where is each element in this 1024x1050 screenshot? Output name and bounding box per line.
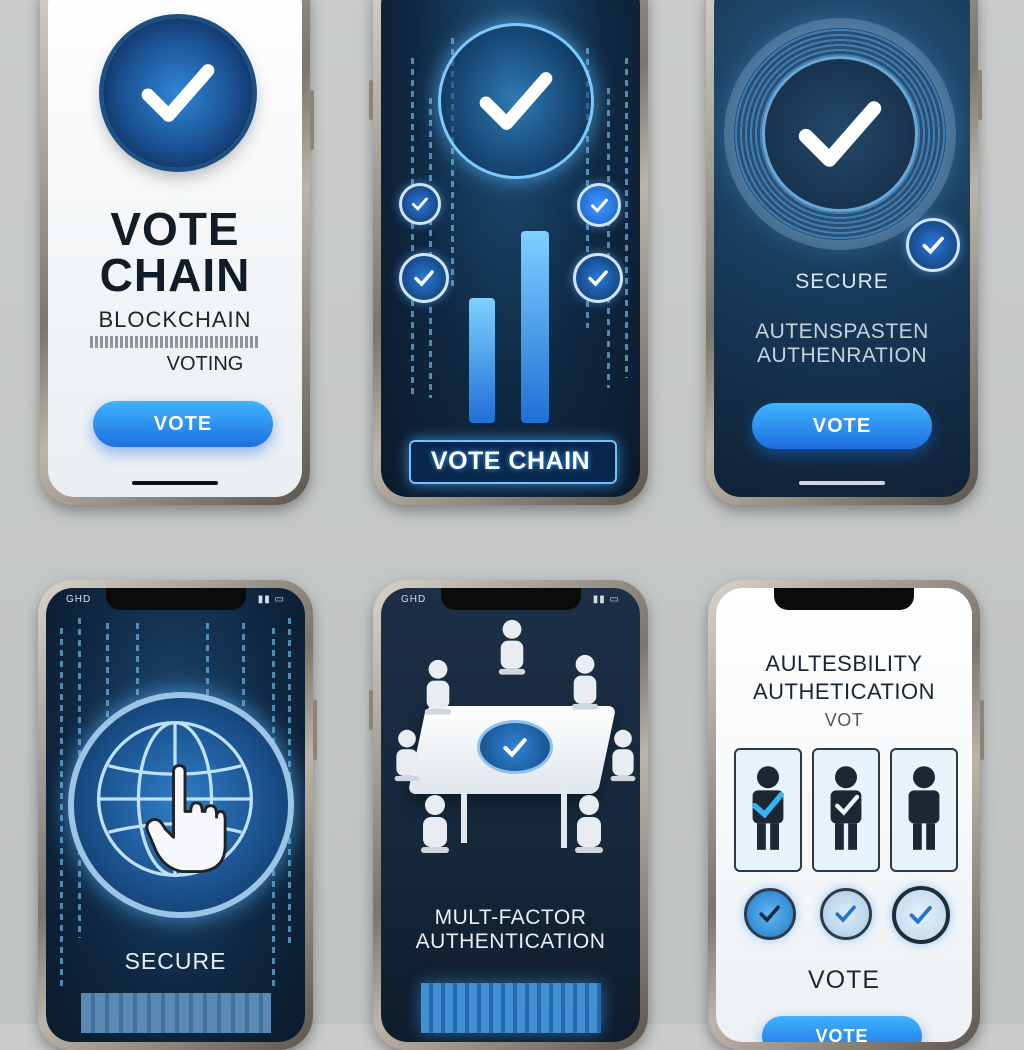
person-icon — [394, 729, 420, 782]
auth-subheading-line1: AUTENSPASTEN — [755, 320, 929, 343]
status-icons: ▮▮ ▭ — [257, 594, 285, 605]
phone-6-screen: AULTESBILITY AUTHETICATION VOT VOTE VOTE — [716, 588, 972, 1042]
status-left: GHD — [401, 594, 427, 605]
status-icons: ▮▮ ▭ — [592, 594, 620, 605]
check-icon — [414, 270, 434, 287]
check-badge — [103, 18, 253, 168]
notch — [105, 588, 246, 610]
check-node[interactable] — [744, 888, 796, 940]
vote-button[interactable]: VOTE — [752, 403, 932, 449]
mfa-title-line2: AUTHENTICATION — [415, 930, 606, 953]
phone-6: AULTESBILITY AUTHETICATION VOT VOTE VOTE — [708, 580, 984, 1050]
phone-1: VOTE CHAIN BLOCKCHAIN VOTING VOTE — [40, 0, 314, 505]
check-node[interactable] — [892, 886, 950, 944]
person-icon — [424, 659, 452, 715]
mfa-title: MULT-FACTOR AUTHENTICATION — [381, 906, 640, 954]
person-icon — [575, 795, 603, 853]
table-check-badge — [477, 720, 553, 774]
person-icon — [421, 795, 449, 853]
data-block — [81, 993, 271, 1033]
access-heading-line3: VOT — [824, 710, 864, 730]
candidate-card[interactable] — [812, 748, 880, 872]
secure-check-badge — [734, 28, 946, 240]
mfa-title-line1: MULT-FACTOR — [434, 906, 587, 929]
check-icon — [909, 906, 933, 925]
person-icon — [571, 654, 599, 710]
app-subtitle: BLOCKCHAIN VOTING — [48, 308, 302, 376]
vote-bar — [469, 298, 495, 423]
notch — [774, 588, 914, 610]
check-icon — [503, 737, 527, 758]
auth-subheading-line2: AUTHENRATION — [756, 344, 928, 367]
vote-button[interactable]: VOTE — [93, 401, 273, 447]
person-icon — [498, 619, 526, 675]
phone-2: VOTE CHAIN — [369, 0, 648, 505]
person-icon — [610, 729, 636, 782]
candidate-card[interactable] — [890, 748, 958, 872]
person-icon — [830, 766, 862, 850]
hologram-check-badge — [438, 23, 594, 179]
auth-subheading: AUTENSPASTEN AUTHENRATION — [714, 320, 970, 368]
subtitle-line2: VOTING — [166, 353, 244, 375]
phone-3: SECURE AUTENSPASTEN AUTHENRATION VOTE — [706, 0, 982, 505]
phone-2-screen: VOTE CHAIN — [381, 0, 640, 497]
access-heading: AULTESBILITY AUTHETICATION VOT — [716, 650, 972, 734]
phone-3-screen: SECURE AUTENSPASTEN AUTHENRATION VOTE — [714, 0, 970, 497]
footer-label: VOTE CHAIN — [430, 447, 591, 475]
person-icon — [908, 766, 940, 850]
candidate-card[interactable] — [734, 748, 802, 872]
check-node — [906, 218, 960, 272]
notch — [440, 588, 581, 610]
check-icon — [141, 64, 215, 122]
secure-label: SECURE — [124, 948, 227, 974]
check-node — [577, 183, 621, 227]
check-icon — [835, 905, 857, 923]
app-title-line1: VOTE — [110, 203, 240, 255]
check-icon — [479, 72, 553, 130]
status-left: GHD — [66, 594, 92, 605]
phone-4-screen: GHD ▮▮ ▭ SECURE — [46, 588, 305, 1042]
pointer-hand-icon — [145, 764, 227, 874]
phone-5: GHD ▮▮ ▭ MULT-FACTOR AUTHENTICATION — [369, 580, 648, 1050]
subtitle-garbled — [90, 336, 260, 348]
phone-4: GHD ▮▮ ▭ SECURE — [38, 580, 317, 1050]
data-block — [421, 983, 601, 1033]
check-node — [399, 183, 441, 225]
check-icon — [411, 197, 428, 211]
check-icon — [922, 236, 944, 255]
check-icon — [590, 198, 608, 213]
access-heading-line2: AUTHETICATION — [752, 679, 936, 704]
secure-heading: SECURE — [795, 270, 889, 293]
check-node — [573, 253, 623, 303]
subtitle-line1: BLOCKCHAIN — [98, 307, 252, 332]
phone-5-screen: GHD ▮▮ ▭ MULT-FACTOR AUTHENTICATION — [381, 588, 640, 1042]
home-indicator — [799, 481, 885, 485]
check-node[interactable] — [820, 888, 872, 940]
app-title: VOTE CHAIN — [48, 206, 302, 298]
check-icon — [798, 101, 882, 167]
phone-1-screen: VOTE CHAIN BLOCKCHAIN VOTING VOTE — [48, 0, 302, 497]
check-icon — [588, 270, 608, 287]
table-leg — [561, 788, 567, 848]
check-node — [399, 253, 449, 303]
access-heading-line1: AULTESBILITY — [765, 651, 923, 676]
globe-badge — [68, 692, 294, 918]
app-title-line2: CHAIN — [99, 249, 251, 301]
vote-button[interactable]: VOTE — [762, 1016, 922, 1042]
home-indicator — [132, 481, 218, 485]
vote-bar — [521, 231, 549, 423]
person-icon — [752, 766, 784, 850]
check-icon — [759, 905, 781, 923]
table-leg — [461, 788, 467, 843]
vote-label: VOTE — [807, 966, 881, 994]
